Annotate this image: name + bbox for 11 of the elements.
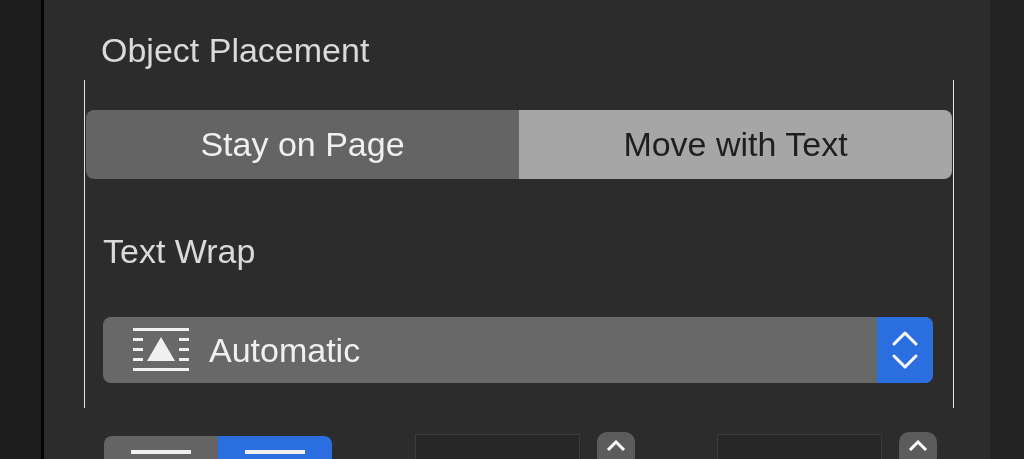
lines-icon — [245, 450, 305, 454]
lines-icon — [131, 450, 191, 454]
placement-segment[interactable]: Stay on Page — [86, 110, 519, 179]
section-title: Object Placement — [101, 30, 371, 70]
chevron-up-icon — [908, 440, 928, 452]
text-wrap-icon — [133, 328, 189, 372]
section-title: Text Wrap — [103, 231, 256, 271]
up-down-chevron-icon — [891, 329, 919, 371]
chevron-up-icon — [606, 440, 626, 452]
text-wrap-popup[interactable]: Automatic — [103, 317, 933, 383]
placement-segment[interactable]: Move with Text — [519, 110, 952, 179]
